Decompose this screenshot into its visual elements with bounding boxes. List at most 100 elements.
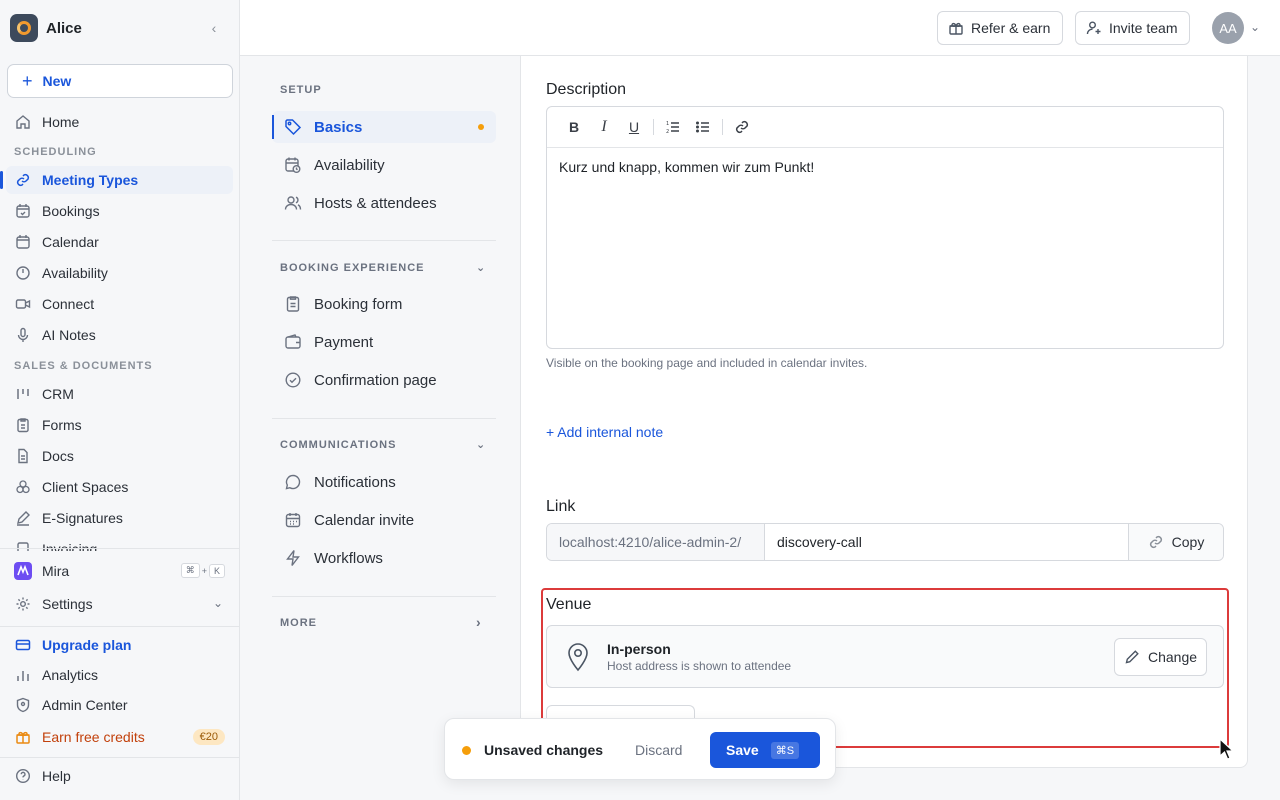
subnav-notifications[interactable]: Notifications (272, 466, 496, 498)
italic-icon[interactable]: I (589, 115, 619, 139)
subnav-calendar-invite[interactable]: Calendar invite (272, 504, 496, 536)
unsaved-indicator-dot (478, 124, 484, 130)
discard-button[interactable]: Discard (635, 742, 682, 758)
lightning-icon (284, 549, 302, 567)
clock-icon (14, 264, 32, 282)
subnav-label: Basics (314, 118, 363, 136)
section-more[interactable]: MORE › (280, 614, 481, 630)
chevron-down-icon[interactable]: ⌄ (1250, 20, 1260, 34)
venue-description: Host address is shown to attendee (607, 659, 792, 673)
sidebar-item-ai-notes[interactable]: AI Notes (6, 321, 233, 349)
sidebar-item-admin-center[interactable]: Admin Center (6, 691, 233, 719)
sidebar-item-e-signatures[interactable]: E-Signatures (6, 504, 233, 532)
invoice-icon (14, 540, 32, 551)
subnav-availability[interactable]: Availability (272, 149, 496, 181)
copy-link-button[interactable]: Copy (1128, 524, 1223, 560)
sidebar-item-calendar[interactable]: Calendar (6, 228, 233, 256)
ordered-list-icon[interactable]: 12 (658, 115, 688, 139)
sidebar-item-availability[interactable]: Availability (6, 259, 233, 287)
invite-team-button[interactable]: Invite team (1075, 11, 1191, 45)
save-shortcut: ⌘S (770, 741, 800, 759)
gear-icon (14, 595, 32, 613)
sidebar-item-bookings[interactable]: Bookings (6, 197, 233, 225)
sidebar-item-connect[interactable]: Connect (6, 290, 233, 318)
sidebar-item-client-spaces[interactable]: Client Spaces (6, 473, 233, 501)
workspace-name: Alice (46, 19, 82, 37)
subnav-payment[interactable]: Payment (272, 326, 496, 358)
pencil-icon (1124, 649, 1140, 665)
sidebar-item-analytics[interactable]: Analytics (6, 661, 233, 689)
user-avatar[interactable]: AA (1212, 12, 1244, 44)
sidebar-item-label: Earn free credits (42, 729, 145, 745)
section-sales-documents: SALES & DOCUMENTS (14, 360, 153, 372)
users-icon (284, 194, 302, 212)
new-button[interactable]: + New (7, 64, 233, 98)
sidebar-item-upgrade-plan[interactable]: Upgrade plan (6, 631, 233, 659)
sidebar-item-label: Mira (42, 563, 70, 579)
sidebar-item-home[interactable]: Home (6, 108, 233, 136)
underline-icon[interactable]: U (619, 115, 649, 139)
change-venue-button[interactable]: Change (1114, 638, 1207, 676)
add-internal-note-link[interactable]: + Add internal note (546, 424, 663, 440)
venue-type: In-person (607, 641, 671, 657)
section-booking-experience[interactable]: BOOKING EXPERIENCE ⌄ (280, 262, 485, 274)
shield-icon (14, 696, 32, 714)
collapse-sidebar-icon[interactable]: ‹ (206, 20, 222, 36)
link-icon[interactable] (727, 115, 757, 139)
booking-link-field: localhost:4210/alice-admin-2/ Copy (546, 523, 1224, 561)
sidebar-item-label: Availability (42, 265, 108, 281)
description-text-area[interactable]: Kurz und knapp, kommen wir zum Punkt! (547, 148, 1223, 186)
sidebar-item-crm[interactable]: CRM (6, 380, 233, 408)
user-plus-icon (1086, 20, 1102, 36)
sidebar-divider (0, 548, 240, 549)
credit-badge: €20 (192, 729, 225, 745)
top-bar: Refer & earn Invite team AA ⌄ (240, 0, 1280, 56)
clipboard-icon (14, 416, 32, 434)
calendar-check-icon (14, 202, 32, 220)
subnav-label: Notifications (314, 473, 396, 491)
calendar-icon (284, 511, 302, 529)
mouse-cursor-icon (1219, 738, 1235, 760)
link-icon (14, 171, 32, 189)
subnav-booking-form[interactable]: Booking form (272, 288, 496, 320)
basics-panel: Description B I U 12 Kurz und knapp, kom… (520, 56, 1248, 768)
editor-toolbar: B I U 12 (547, 107, 1223, 148)
section-label: BOOKING EXPERIENCE (280, 262, 425, 274)
sidebar-item-docs[interactable]: Docs (6, 442, 233, 470)
refer-earn-button[interactable]: Refer & earn (937, 11, 1064, 45)
link-label: Link (546, 498, 576, 515)
sidebar-item-meeting-types[interactable]: Meeting Types (0, 166, 233, 194)
subnav-confirmation-page[interactable]: Confirmation page (272, 364, 496, 396)
subnav-label: Payment (314, 333, 374, 351)
svg-text:1: 1 (666, 121, 669, 127)
kbd-key: ⌘ (180, 563, 200, 578)
document-icon (14, 447, 32, 465)
section-label: COMMUNICATIONS (280, 439, 397, 451)
sidebar-item-settings[interactable]: Settings ⌄ (6, 590, 233, 618)
venue-card: In-person Host address is shown to atten… (546, 625, 1224, 688)
sidebar-item-help[interactable]: Help (6, 762, 233, 790)
refer-earn-label: Refer & earn (971, 20, 1051, 36)
sidebar-item-forms[interactable]: Forms (6, 411, 233, 439)
subnav-divider (272, 418, 496, 419)
section-communications[interactable]: COMMUNICATIONS ⌄ (280, 439, 485, 451)
subnav-basics[interactable]: Basics (272, 111, 496, 143)
subnav-hosts-attendees[interactable]: Hosts & attendees (272, 187, 496, 219)
kbd-key: K (208, 563, 225, 578)
save-button[interactable]: Save ⌘S (710, 732, 820, 768)
copy-label: Copy (1171, 534, 1205, 550)
toolbar-separator (722, 119, 723, 135)
workspace-switcher[interactable]: Alice ‹ (10, 14, 230, 42)
subnav-workflows[interactable]: Workflows (272, 542, 496, 574)
link-slug-input[interactable] (765, 524, 1128, 560)
sidebar-item-label: Forms (42, 417, 82, 433)
sidebar-item-mira[interactable]: Mira ⌘ + K (6, 557, 233, 585)
bold-icon[interactable]: B (559, 115, 589, 139)
sidebar-item-label: Home (42, 114, 80, 130)
sidebar-item-label: Admin Center (42, 697, 128, 713)
mira-logo-icon (14, 562, 32, 580)
sidebar-item-label: Help (42, 768, 71, 784)
bullet-list-icon[interactable] (688, 115, 718, 139)
sidebar-item-earn-credits[interactable]: Earn free credits €20 (6, 723, 233, 751)
gift-icon (948, 20, 964, 36)
